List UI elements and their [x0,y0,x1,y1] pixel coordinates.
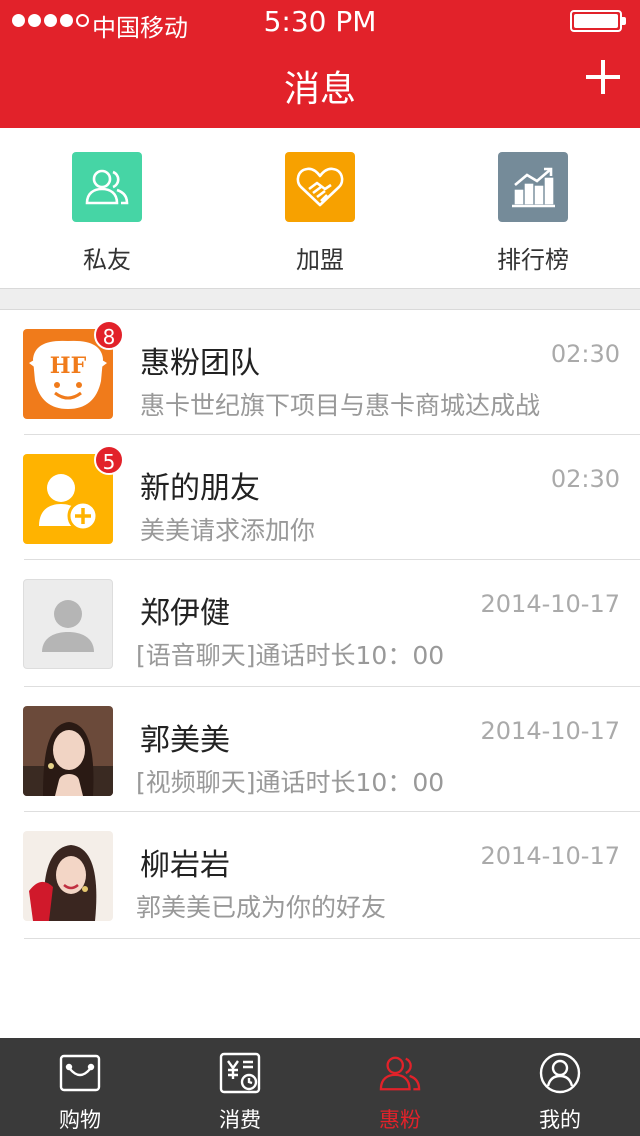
unread-badge: 5 [94,445,124,475]
quick-item-friends[interactable]: 私友 [0,152,214,275]
tab-label-fans: 惠粉 [379,1108,421,1132]
quick-label-friends: 私友 [83,246,131,274]
handshake-heart-icon [285,152,355,222]
quick-actions: 私友 加盟 排行榜 [0,128,640,288]
message-list: HF 8 惠粉团队 02:30 惠卡世纪旗下项目与惠卡商城达成战 5 新的朋友 … [0,310,640,939]
tab-fans[interactable]: 惠粉 [320,1038,480,1136]
contact-name: 柳岩岩 [140,848,230,883]
user-photo-avatar [23,706,113,796]
user-photo-avatar [23,831,113,921]
message-time: 2014-10-17 [480,842,620,870]
message-time: 02:30 [550,465,620,493]
contact-name: 郑伊健 [140,596,230,631]
battery-icon [570,10,626,32]
message-row[interactable]: 5 新的朋友 02:30 美美请求添加你 [0,435,640,560]
header: 中国移动 5:30 PM 消息 [0,0,640,128]
ranking-chart-icon [498,152,568,222]
tab-spending[interactable]: 消费 [160,1038,320,1136]
profile-icon [539,1052,581,1094]
tab-shopping[interactable]: 购物 [0,1038,160,1136]
contact-name: 郭美美 [140,723,230,758]
quick-item-ranking[interactable]: 排行榜 [426,152,640,275]
quick-item-join[interactable]: 加盟 [213,152,427,275]
tab-mine[interactable]: 我的 [480,1038,640,1136]
friends-icon [72,152,142,222]
team-logo-text: HF [50,353,87,379]
status-bar: 中国移动 5:30 PM [0,0,640,44]
row-divider [24,938,640,939]
add-button[interactable] [586,60,620,94]
message-row[interactable]: 柳岩岩 2014-10-17 郭美美已成为你的好友 [0,812,640,939]
tab-label-mine: 我的 [539,1108,581,1132]
message-time: 2014-10-17 [480,590,620,618]
quick-label-join: 加盟 [296,246,344,274]
message-preview: 惠卡世纪旗下项目与惠卡商城达成战 [140,391,541,420]
message-preview: [视频聊天]通话时长10：00 [136,768,445,797]
quick-label-ranking: 排行榜 [497,246,569,274]
unread-badge: 8 [94,320,124,350]
message-preview: 美美请求添加你 [140,516,316,545]
message-row[interactable]: 郭美美 2014-10-17 [视频聊天]通话时长10：00 [0,687,640,812]
fans-icon [379,1052,421,1094]
message-preview: [语音聊天]通话时长10：00 [136,641,445,670]
tab-label-spending: 消费 [219,1108,261,1132]
tab-bar: 购物 消费 惠粉 我的 [0,1038,640,1136]
status-time: 5:30 PM [263,5,377,38]
message-row[interactable]: 郑伊健 2014-10-17 [语音聊天]通话时长10：00 [0,560,640,687]
tab-label-shopping: 购物 [59,1108,101,1132]
contact-name: 新的朋友 [140,471,260,506]
message-preview: 郭美美已成为你的好友 [136,893,387,922]
default-avatar [23,579,113,669]
page-title: 消息 [283,69,356,110]
contact-name: 惠粉团队 [140,346,260,381]
message-time: 02:30 [550,340,620,368]
receipt-icon [219,1052,261,1094]
message-row[interactable]: HF 8 惠粉团队 02:30 惠卡世纪旗下项目与惠卡商城达成战 [0,310,640,435]
section-divider [0,288,640,310]
message-time: 2014-10-17 [480,717,620,745]
shopping-bag-icon [59,1052,101,1094]
